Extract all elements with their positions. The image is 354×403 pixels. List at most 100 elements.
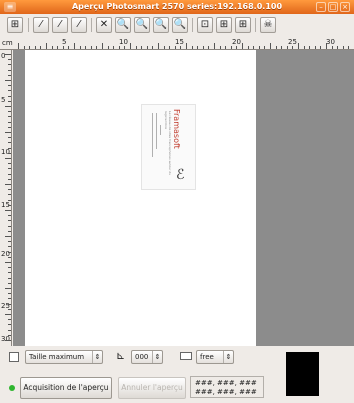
window-title: Aperçu Photosmart 2570 series:192.168.0.… [71, 2, 283, 11]
ruler-label: 5 [1, 96, 6, 104]
close-preview-icon[interactable]: ☠ [260, 17, 276, 33]
cancel-preview-button[interactable]: Annuler l'aperçu [118, 377, 186, 399]
auto-normalize-icon[interactable]: ✕ [96, 17, 112, 33]
ruler-label: 5 [62, 38, 67, 46]
ruler-tick [68, 46, 70, 49]
ruler-tick [85, 46, 87, 49]
autoselect-icon[interactable]: ⊞ [216, 17, 232, 33]
ruler-tick [46, 43, 47, 49]
preview-size-value: Taille maximum [29, 353, 85, 361]
ruler-tick [8, 220, 11, 222]
ruler-tick [5, 80, 11, 81]
ruler-tick [5, 106, 11, 107]
ruler-tick [8, 163, 11, 165]
ruler-tick [8, 204, 11, 206]
ruler-tick [8, 319, 11, 321]
ruler-tick [5, 340, 11, 341]
ruler-tick [8, 277, 11, 279]
ruler-label: 20 [232, 38, 241, 46]
minimize-button[interactable]: – [316, 2, 326, 12]
ruler-tick [180, 46, 182, 49]
ruler-unit: cm [2, 39, 13, 47]
ruler-tick [8, 142, 11, 144]
ruler-tick [258, 46, 260, 49]
ruler-tick [102, 43, 103, 49]
ruler-tick [169, 46, 171, 49]
ruler-tick [174, 46, 176, 49]
ruler-tick [8, 215, 11, 217]
rotation-angle-value: 000 [135, 353, 149, 361]
zoom-in-icon[interactable]: 🔍 [115, 17, 131, 33]
ruler-tick [8, 116, 11, 118]
pipette-white-icon[interactable]: ⁄ [33, 17, 49, 33]
ruler-tick [5, 210, 11, 211]
ruler-tick [29, 46, 31, 49]
scanned-page[interactable]: Framasoft Le réseau de sites francophone… [25, 50, 256, 346]
ruler-tick [292, 46, 294, 49]
ruler-tick [163, 46, 165, 49]
ruler-tick [8, 334, 11, 336]
ruler-tick [8, 59, 11, 61]
preview-size-icon [9, 352, 19, 362]
ratio-select[interactable]: free ⇕ [196, 350, 234, 364]
ruler-tick [270, 43, 271, 49]
ruler-tick [275, 46, 277, 49]
ruler-tick [342, 46, 344, 49]
ruler-tick [214, 43, 215, 49]
ruler-tick [8, 121, 11, 123]
ruler-label: 30 [326, 38, 335, 46]
select-all-icon[interactable]: ⊞ [235, 17, 251, 33]
select-arrow-icon: ⇕ [223, 351, 233, 363]
ruler-tick [264, 46, 266, 49]
ruler-tick [8, 298, 11, 300]
ruler-tick [96, 46, 98, 49]
ruler-tick [8, 199, 11, 201]
ruler-tick [314, 46, 316, 49]
preview-size-select[interactable]: Taille maximum ⇕ [25, 350, 103, 364]
close-window-button[interactable]: × [340, 2, 350, 12]
ruler-tick [230, 46, 232, 49]
ruler-tick [74, 43, 75, 49]
ruler-tick [130, 43, 131, 49]
maximize-button[interactable]: □ [328, 2, 338, 12]
card-tagline-text: Le réseau de sites francophones autour d… [164, 111, 172, 176]
ruler-tick [113, 46, 115, 49]
zoom-default-icon[interactable]: ⊡ [197, 17, 213, 33]
acquire-preview-button[interactable]: Acquisition de l'aperçu [20, 377, 112, 399]
zoom-out-icon[interactable]: 🔍 [134, 17, 150, 33]
card-brand-text: Framasoft [172, 109, 181, 149]
card-text-line [152, 113, 153, 157]
ruler-tick [8, 90, 11, 92]
ruler-tick [8, 246, 11, 248]
ratio-icon [180, 352, 192, 360]
ruler-label: 10 [119, 38, 128, 46]
zoom-selection-icon[interactable]: ⊞ [7, 17, 23, 33]
ruler-tick [208, 46, 210, 49]
toolbar-separator [192, 18, 193, 32]
card-logo-icon: ℰ [176, 167, 185, 183]
rotation-angle-select[interactable]: 000 ⇕ [131, 350, 163, 364]
zoom-fit-icon[interactable]: 🔍 [153, 17, 169, 33]
ruler-tick [8, 95, 11, 97]
ruler-tick [5, 54, 11, 55]
toolbar-separator [28, 18, 29, 32]
ruler-tick [8, 64, 11, 66]
ruler-tick [5, 132, 11, 133]
pipette-black-icon[interactable]: ⁄ [71, 17, 87, 33]
ruler-tick [8, 256, 11, 258]
zoom-undo-icon[interactable]: 🔍 [172, 17, 188, 33]
ruler-label: 15 [175, 38, 184, 46]
ruler-tick [5, 314, 11, 315]
ruler-tick [8, 85, 11, 87]
ruler-tick [8, 168, 11, 170]
card-text-line [160, 125, 161, 135]
select-arrow-icon: ⇕ [152, 351, 162, 363]
ruler-tick [225, 46, 227, 49]
ruler-tick [8, 225, 11, 227]
preview-canvas[interactable]: Framasoft Le réseau de sites francophone… [13, 50, 354, 346]
ruler-tick [107, 46, 109, 49]
ruler-tick [8, 189, 11, 191]
ruler-tick [242, 43, 243, 49]
ruler-tick [8, 230, 11, 232]
pipette-gray-icon[interactable]: ⁄ [52, 17, 68, 33]
